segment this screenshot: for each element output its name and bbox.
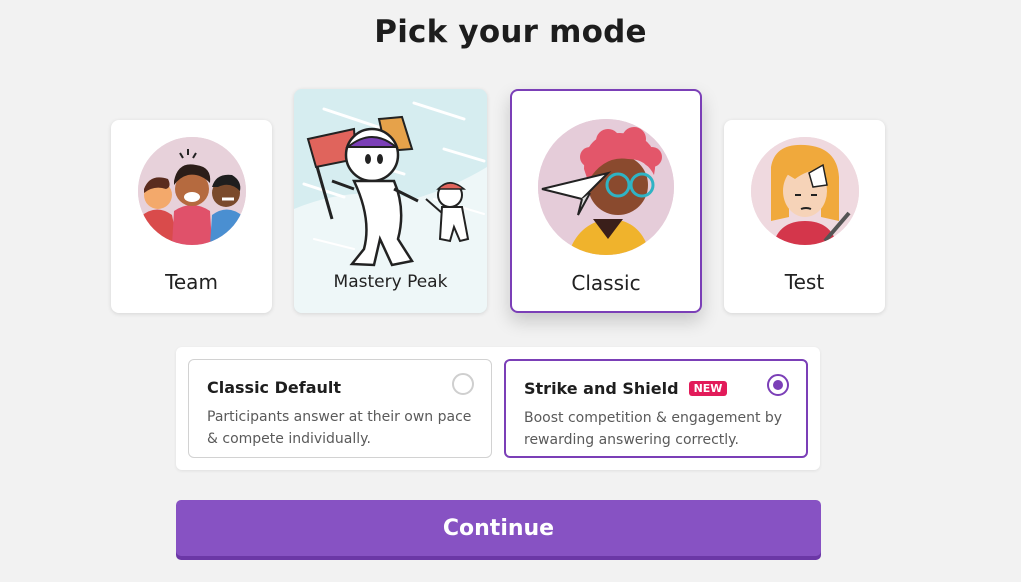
mode-card-mastery-peak[interactable]: Mastery Peak [294, 89, 487, 313]
team-illustration-icon [137, 137, 246, 245]
mode-label-test: Test [784, 270, 825, 294]
radio-strike-and-shield[interactable] [767, 374, 789, 396]
mode-label-classic: Classic [571, 271, 641, 295]
test-illustration-icon [750, 137, 859, 245]
option-description: Participants answer at their own pace & … [207, 409, 472, 447]
mode-card-team[interactable]: Team [111, 120, 272, 313]
classic-illustration-icon [538, 119, 674, 255]
option-strike-and-shield[interactable]: Strike and Shield NEW Boost competition &… [504, 359, 808, 458]
option-title: Strike and Shield [524, 379, 679, 398]
mode-card-test[interactable]: Test [724, 120, 885, 313]
new-badge: NEW [688, 381, 728, 396]
option-title-wrap: Strike and Shield NEW [524, 379, 728, 398]
mode-options-panel: Classic Default Participants answer at t… [176, 347, 820, 470]
option-title: Classic Default [207, 378, 342, 397]
radio-classic-default[interactable] [452, 373, 474, 395]
continue-button[interactable]: Continue [176, 500, 821, 556]
mode-label-team: Team [165, 270, 218, 294]
mode-card-classic[interactable]: Classic [510, 89, 702, 313]
option-classic-default[interactable]: Classic Default Participants answer at t… [188, 359, 492, 458]
page-title: Pick your mode [374, 14, 647, 50]
mode-label-mastery-peak: Mastery Peak [333, 272, 448, 292]
option-description: Boost competition & engagement by reward… [524, 410, 783, 448]
